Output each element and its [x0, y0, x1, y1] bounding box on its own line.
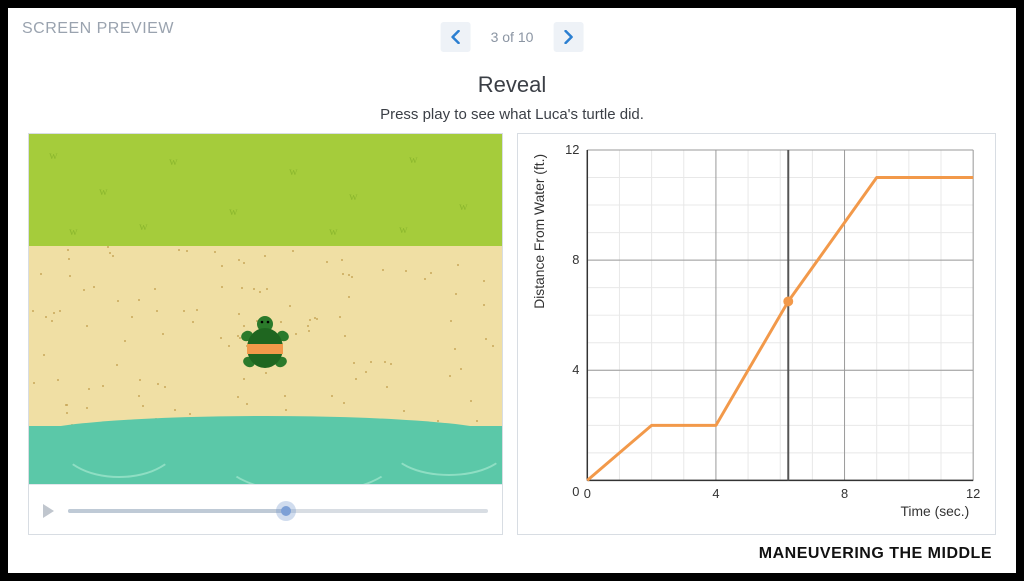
y-tick-label: 8 [572, 252, 579, 267]
turtle-icon [235, 314, 295, 378]
x-tick-label: 8 [841, 486, 848, 501]
prev-button[interactable] [441, 22, 471, 52]
x-tick-label: 4 [712, 486, 719, 501]
water-area [29, 426, 502, 484]
chart-svg: 0 4 8 12 4 8 12 0 Time (sec.) Distance From Water… [522, 138, 987, 528]
chart-panel: 0 4 8 12 4 8 12 0 Time (sec.) Distance From Water… [517, 133, 996, 535]
play-button[interactable] [43, 504, 54, 518]
y-axis-label: Distance From Water (ft.) [531, 154, 547, 309]
brand-footer: MANEUVERING THE MIDDLE [759, 545, 992, 563]
screen-preview-label: SCREEN PREVIEW [22, 20, 174, 38]
app-frame: SCREEN PREVIEW 3 of 10 Reveal Press play… [0, 0, 1024, 581]
x-axis-label: Time (sec.) [900, 503, 969, 519]
page-indicator: 3 of 10 [491, 29, 534, 45]
chart-marker [783, 296, 793, 306]
y-tick-label: 12 [565, 142, 579, 157]
chevron-right-icon [563, 30, 573, 44]
playback-controls [29, 484, 502, 536]
scrubber-track[interactable] [68, 509, 488, 513]
animation-panel: w w w w w w w w w w w w [28, 133, 503, 535]
scrubber-fill [68, 509, 286, 513]
y-tick-label: 4 [572, 362, 579, 377]
origin-label: 0 [572, 484, 579, 499]
x-tick-label: 0 [584, 486, 591, 501]
x-tick-label: 12 [966, 486, 980, 501]
animation-canvas: w w w w w w w w w w w w [29, 134, 502, 484]
grass-area: w w w w w w w w w w w w [29, 134, 502, 250]
page-subtitle: Press play to see what Luca's turtle did… [22, 106, 1002, 123]
pager: 3 of 10 [441, 22, 584, 52]
scrubber-thumb[interactable] [276, 501, 296, 521]
page-title: Reveal [22, 72, 1002, 98]
next-button[interactable] [553, 22, 583, 52]
chevron-left-icon [451, 30, 461, 44]
